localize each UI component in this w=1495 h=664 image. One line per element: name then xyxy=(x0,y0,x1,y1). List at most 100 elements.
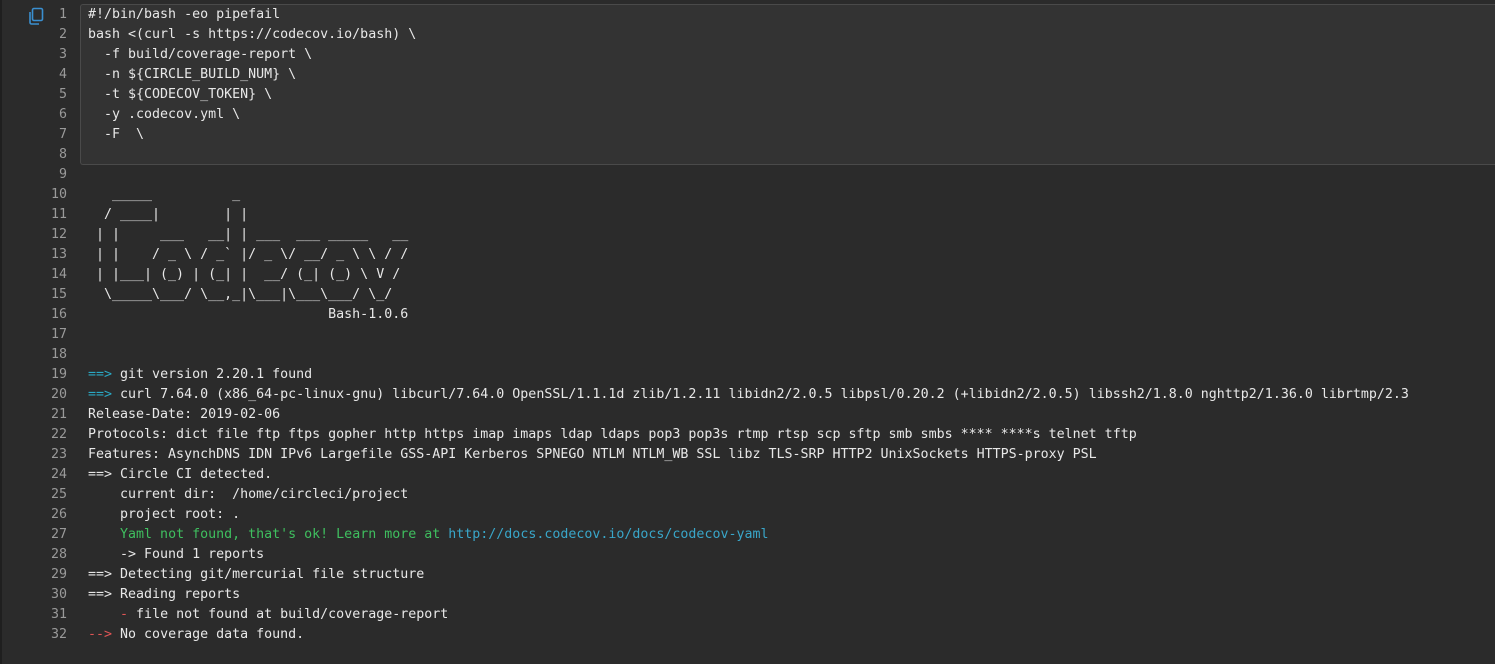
line-text: Features: AsynchDNS IDN IPv6 Largefile G… xyxy=(88,445,1097,465)
line-number: 32 xyxy=(50,627,67,642)
log-line: 27 Yaml not found, that's ok! Learn more… xyxy=(0,525,1495,545)
line-number: 17 xyxy=(50,327,67,342)
line-segment: -y .codecov.yml \ xyxy=(88,107,241,122)
line-segment: --> xyxy=(88,627,113,642)
line-text: - file not found at build/coverage-repor… xyxy=(88,605,448,625)
line-segment: ==> Reading reports xyxy=(88,587,241,602)
line-number: 20 xyxy=(50,387,67,402)
line-text: --> No coverage data found. xyxy=(88,625,304,645)
line-number: 24 xyxy=(50,467,67,482)
line-segment: / ____| | | xyxy=(88,207,249,222)
line-segment: Release-Date: 2019-02-06 xyxy=(88,407,281,422)
line-number: 23 xyxy=(50,447,67,462)
line-number: 14 xyxy=(50,267,67,282)
line-number: 27 xyxy=(50,527,67,542)
line-segment: _____ _ xyxy=(88,187,241,202)
line-number: 19 xyxy=(50,367,67,382)
line-segment: git version 2.20.1 found xyxy=(112,367,313,382)
line-number: 18 xyxy=(50,347,67,362)
line-number: 16 xyxy=(50,307,67,322)
line-number: 8 xyxy=(58,147,67,162)
line-text: ==> Circle CI detected. xyxy=(88,465,272,485)
log-line: 18 xyxy=(0,345,1495,365)
line-number: 7 xyxy=(58,127,67,142)
line-segment: | | ___ __| | ___ ___ _____ __ xyxy=(88,227,409,242)
line-text: ==> Detecting git/mercurial file structu… xyxy=(88,565,424,585)
line-number: 2 xyxy=(58,27,67,42)
docs-link[interactable]: http://docs.codecov.io/docs/codecov-yaml xyxy=(448,527,768,542)
line-segment xyxy=(88,527,120,542)
line-segment: -F \ xyxy=(88,127,145,142)
line-text: -F \ xyxy=(88,125,144,145)
line-text: -f build/coverage-report \ xyxy=(88,45,312,65)
log-line: 8 xyxy=(0,145,1495,165)
line-number: 26 xyxy=(50,507,67,522)
line-text: ==> curl 7.64.0 (x86_64-pc-linux-gnu) li… xyxy=(88,385,1409,405)
line-segment: - xyxy=(120,607,129,622)
log-line: 21 Release-Date: 2019-02-06 xyxy=(0,405,1495,425)
line-segment: current dir: /home/circleci/project xyxy=(88,487,409,502)
log-line: 22 Protocols: dict file ftp ftps gopher h… xyxy=(0,425,1495,445)
log-line: 29 ==> Detecting git/mercurial file struc… xyxy=(0,565,1495,585)
line-number: 12 xyxy=(50,227,67,242)
log-line: 6 -y .codecov.yml \ xyxy=(0,105,1495,125)
log-line: 11 / ____| | | xyxy=(0,205,1495,225)
line-text: | | / _ \ / _` |/ _ \/ __/ _ \ \ / / xyxy=(88,245,408,265)
line-text: | |___| (_) | (_| | __/ (_| (_) \ V / xyxy=(88,265,400,285)
line-text: \_____\___/ \__,_|\___|\___\___/ \_/ xyxy=(88,285,392,305)
line-segment: bash <(curl -s https://codecov.io/bash) … xyxy=(88,27,417,42)
line-text: | | ___ __| | ___ ___ _____ __ xyxy=(88,225,408,245)
log-line: 19 ==> git version 2.20.1 found xyxy=(0,365,1495,385)
line-segment: -f build/coverage-report \ xyxy=(88,47,313,62)
console-output: 1 #!/bin/bash -eo pipefail 2 bash <(curl -s… xyxy=(0,0,1495,664)
line-number: 9 xyxy=(58,167,67,182)
line-number: 5 xyxy=(58,87,67,102)
line-text: -> Found 1 reports xyxy=(88,545,264,565)
line-segment: file not found at build/coverage-report xyxy=(128,607,449,622)
line-text: -y .codecov.yml \ xyxy=(88,105,240,125)
line-text: bash <(curl -s https://codecov.io/bash) … xyxy=(88,25,416,45)
line-text: / ____| | | xyxy=(88,205,248,225)
line-text: -t ${CODECOV_TOKEN} \ xyxy=(88,85,272,105)
log-line: 24 ==> Circle CI detected. xyxy=(0,465,1495,485)
line-segment: #!/bin/bash -eo pipefail xyxy=(88,7,281,22)
line-number: 21 xyxy=(50,407,67,422)
log-line: 3 -f build/coverage-report \ xyxy=(0,45,1495,65)
line-segment: Bash-1.0.6 xyxy=(88,307,409,322)
log-line: 32 --> No coverage data found. xyxy=(0,625,1495,645)
log-line: 28 -> Found 1 reports xyxy=(0,545,1495,565)
line-number: 4 xyxy=(58,67,67,82)
line-segment: | | / _ \ / _` |/ _ \/ __/ _ \ \ / / xyxy=(88,247,409,262)
log-line: 16 Bash-1.0.6 xyxy=(0,305,1495,325)
line-text: Yaml not found, that's ok! Learn more at… xyxy=(88,525,768,545)
line-segment: ==> Circle CI detected. xyxy=(88,467,273,482)
log-line: 26 project root: . xyxy=(0,505,1495,525)
line-number: 25 xyxy=(50,487,67,502)
line-text: ==> Reading reports xyxy=(88,585,240,605)
log-line: 14 | |___| (_) | (_| | __/ (_| (_) \ V / xyxy=(0,265,1495,285)
log-line: 25 current dir: /home/circleci/project xyxy=(0,485,1495,505)
log-line: 23 Features: AsynchDNS IDN IPv6 Largefile… xyxy=(0,445,1495,465)
line-number: 11 xyxy=(50,207,67,222)
log-line: 7 -F \ xyxy=(0,125,1495,145)
line-segment: \_____\___/ \__,_|\___|\___\___/ \_/ xyxy=(88,287,393,302)
line-number: 6 xyxy=(58,107,67,122)
log-line: 31 - file not found at build/coverage-re… xyxy=(0,605,1495,625)
log-line: 13 | | / _ \ / _` |/ _ \/ __/ _ \ \ / / xyxy=(0,245,1495,265)
line-number: 29 xyxy=(50,567,67,582)
line-number: 28 xyxy=(50,547,67,562)
line-segment: ==> xyxy=(88,387,113,402)
log-line: 17 xyxy=(0,325,1495,345)
line-segment: ==> Detecting git/mercurial file structu… xyxy=(88,567,425,582)
log-line: 1 #!/bin/bash -eo pipefail xyxy=(0,5,1495,25)
line-text: project root: . xyxy=(88,505,240,525)
line-segment: ==> xyxy=(88,367,113,382)
line-segment: No coverage data found. xyxy=(112,627,305,642)
line-number: 22 xyxy=(50,427,67,442)
line-text: current dir: /home/circleci/project xyxy=(88,485,408,505)
line-text: -n ${CIRCLE_BUILD_NUM} \ xyxy=(88,65,296,85)
line-segment xyxy=(88,607,120,622)
log-line: 4 -n ${CIRCLE_BUILD_NUM} \ xyxy=(0,65,1495,85)
line-number: 31 xyxy=(50,607,67,622)
log-line: 2 bash <(curl -s https://codecov.io/bash)… xyxy=(0,25,1495,45)
